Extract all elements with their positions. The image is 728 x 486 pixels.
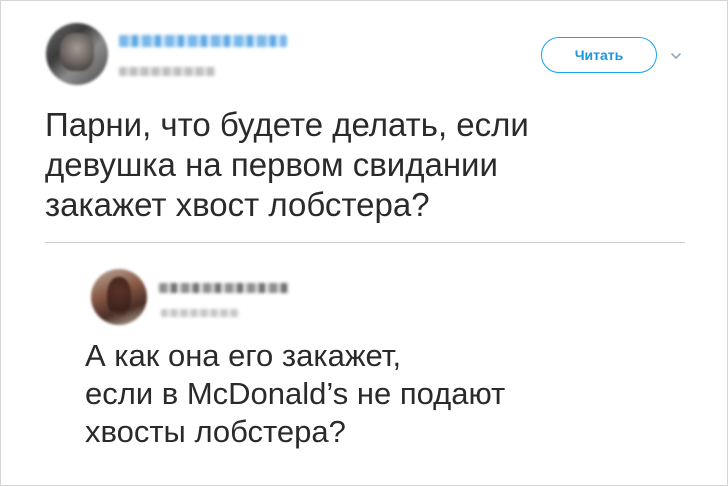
tweet-screenshot-card: Читать Парни, что будете делать, если де… [0,0,728,486]
reply-author-handle-blurred [161,309,239,317]
author-name-blurred[interactable] [119,35,287,47]
reply-avatar[interactable] [91,269,147,325]
reply-text: А как она его закажет, если в McDonald’s… [85,338,506,449]
chevron-down-icon[interactable] [669,49,683,63]
reply-author-name-blurred[interactable] [159,283,289,293]
follow-button[interactable]: Читать [541,37,657,73]
avatar[interactable] [46,23,108,85]
tweet-text: Парни, что будете делать, если девушка н… [45,106,529,223]
divider [45,242,685,243]
author-handle-blurred [119,67,215,76]
